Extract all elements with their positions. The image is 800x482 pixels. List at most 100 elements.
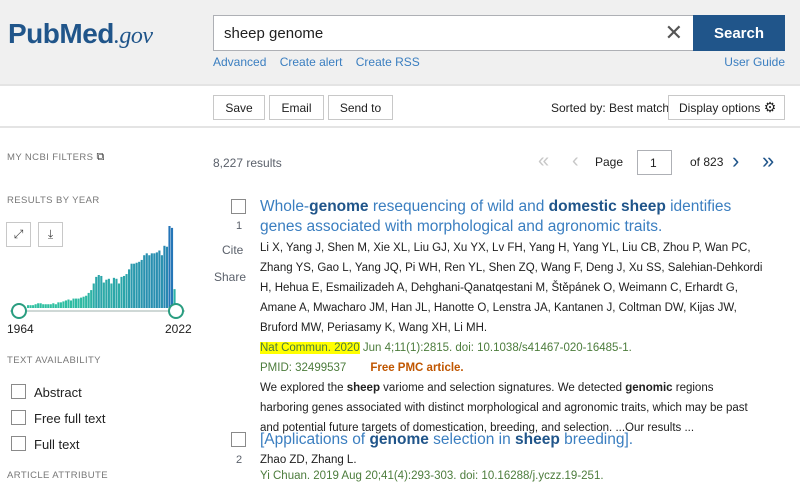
histogram-bar[interactable] — [92, 283, 95, 308]
histogram-bar[interactable] — [148, 255, 151, 308]
histogram-bar[interactable] — [37, 303, 40, 308]
save-button[interactable]: Save — [213, 95, 265, 120]
histogram-bar[interactable] — [44, 304, 47, 308]
result-1-number: 1 — [236, 220, 243, 232]
histogram-bar[interactable] — [143, 255, 146, 308]
clear-icon[interactable]: ✕ — [665, 21, 683, 46]
share-button[interactable]: Share — [214, 270, 246, 284]
create-alert-link[interactable]: Create alert — [280, 55, 343, 69]
histogram-bar[interactable] — [42, 304, 45, 308]
histogram-bar[interactable] — [64, 300, 68, 308]
histogram-bar[interactable] — [85, 295, 88, 308]
histogram-bar[interactable] — [135, 262, 138, 308]
histogram-bar[interactable] — [95, 276, 98, 308]
histogram-bar[interactable] — [160, 255, 163, 308]
histogram-bar[interactable] — [72, 298, 75, 308]
free-full-text-checkbox[interactable] — [11, 410, 26, 425]
histogram-bar[interactable] — [107, 278, 110, 308]
results-by-year-histogram[interactable] — [0, 220, 200, 325]
histogram-bar[interactable] — [39, 303, 42, 308]
result-1-citation: Nat Commun. 2020 Jun 4;11(1):2815. doi: … — [260, 342, 632, 354]
external-link-icon: ⧉ — [96, 151, 105, 163]
histogram-bar[interactable] — [49, 304, 52, 308]
histogram-bar[interactable] — [128, 269, 131, 308]
full-text-label[interactable]: Full text — [34, 437, 80, 452]
cite-button[interactable]: Cite — [222, 243, 243, 257]
histogram-bar[interactable] — [112, 277, 115, 308]
advanced-link[interactable]: Advanced — [213, 55, 266, 69]
result-2-title[interactable]: [Applications of genome selection in she… — [260, 430, 760, 450]
sort-label[interactable]: Sorted by: Best match — [551, 101, 669, 115]
histogram-bar[interactable] — [115, 278, 118, 308]
page-number-input[interactable]: 1 — [637, 150, 672, 175]
free-full-text-label[interactable]: Free full text — [34, 411, 106, 426]
histogram-bar[interactable] — [54, 304, 57, 308]
histogram-bar[interactable] — [155, 252, 158, 308]
user-guide-link[interactable]: User Guide — [724, 55, 785, 69]
histogram-bar[interactable] — [29, 305, 32, 308]
create-rss-link[interactable]: Create RSS — [356, 55, 420, 69]
result-1-checkbox[interactable] — [231, 199, 246, 214]
histogram-bar[interactable] — [59, 302, 62, 308]
histogram-bar[interactable] — [133, 263, 136, 308]
text-availability-heading: TEXT AVAILABILITY — [7, 355, 101, 366]
display-options-button[interactable]: Display options ⚙ — [668, 95, 785, 120]
histogram-bar[interactable] — [120, 276, 123, 308]
histogram-bar[interactable] — [82, 296, 85, 308]
send-to-button[interactable]: Send to — [328, 95, 393, 120]
abstract-checkbox[interactable] — [11, 384, 26, 399]
histogram-bar[interactable] — [100, 275, 103, 308]
histogram-bar[interactable] — [117, 283, 121, 308]
email-button[interactable]: Email — [269, 95, 324, 120]
histogram-bar[interactable] — [138, 261, 141, 308]
search-input[interactable] — [214, 16, 654, 51]
histogram-bar[interactable] — [140, 259, 143, 308]
histogram-bar[interactable] — [130, 263, 133, 308]
histogram-bar[interactable] — [34, 304, 37, 308]
pubmed-logo[interactable]: PubMed.gov — [8, 18, 153, 50]
result-2-checkbox[interactable] — [231, 432, 246, 447]
histogram-bar[interactable] — [163, 245, 166, 308]
histogram-bar[interactable] — [122, 275, 126, 308]
result-2-authors: Zhao ZD, Zhang L. — [260, 454, 357, 466]
histogram-bar[interactable] — [57, 302, 60, 308]
result-1-title[interactable]: Whole-genome resequencing of wild and do… — [260, 197, 760, 237]
last-page-icon[interactable]: » — [762, 148, 774, 174]
histogram-bar[interactable] — [170, 227, 174, 308]
histogram-bar[interactable] — [47, 304, 50, 308]
histogram-bar[interactable] — [32, 305, 35, 308]
histogram-bar[interactable] — [145, 253, 148, 308]
histogram-bar[interactable] — [110, 283, 113, 308]
histogram-bar[interactable] — [52, 303, 55, 308]
histogram-bar[interactable] — [125, 274, 128, 308]
histogram-bar[interactable] — [69, 300, 73, 308]
histogram-bar[interactable] — [62, 301, 65, 308]
next-page-icon[interactable]: › — [732, 148, 739, 174]
histogram-bar[interactable] — [97, 275, 100, 308]
previous-page-icon[interactable]: ‹ — [572, 150, 579, 173]
histogram-bar[interactable] — [102, 282, 105, 308]
page-count: of 823 — [690, 155, 724, 169]
histogram-bar[interactable] — [168, 226, 171, 308]
year-start-handle[interactable] — [11, 303, 27, 319]
histogram-bar[interactable] — [67, 299, 70, 308]
histogram-bar[interactable] — [90, 290, 93, 308]
abstract-label[interactable]: Abstract — [34, 385, 82, 400]
histogram-bar[interactable] — [105, 279, 108, 308]
histogram-bar[interactable] — [74, 298, 78, 308]
histogram-bar[interactable] — [87, 292, 90, 308]
histogram-bar[interactable] — [77, 298, 80, 308]
histogram-bar[interactable] — [150, 253, 153, 308]
histogram-bar[interactable] — [165, 246, 169, 308]
full-text-checkbox[interactable] — [11, 436, 26, 451]
my-ncbi-filters[interactable]: MY NCBI FILTERS ⧉ — [7, 151, 105, 164]
histogram-bar[interactable] — [80, 297, 83, 308]
first-page-icon[interactable]: « — [538, 150, 549, 173]
search-button[interactable]: Search — [693, 15, 785, 51]
search-links: Advanced Create alert Create RSS — [213, 55, 430, 69]
year-end-handle[interactable] — [168, 303, 184, 319]
results-count: 8,227 results — [213, 156, 282, 170]
histogram-bar[interactable] — [27, 305, 30, 308]
histogram-bar[interactable] — [158, 250, 161, 308]
histogram-bar[interactable] — [153, 253, 156, 308]
